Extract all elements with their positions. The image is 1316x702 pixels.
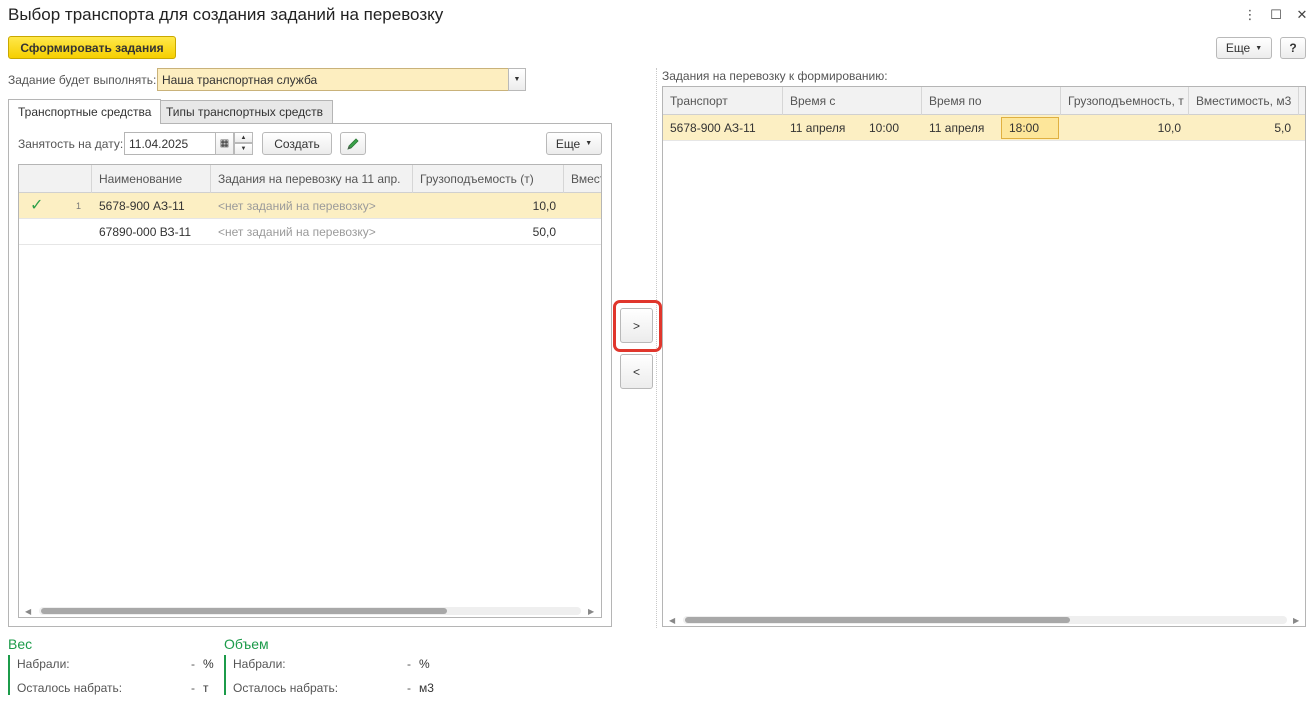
scroll-right-icon[interactable]: ▶ <box>1293 616 1299 625</box>
header-capacity[interactable]: Грузоподъемость (т) <box>413 165 564 193</box>
horizontal-scrollbar[interactable] <box>683 616 1287 624</box>
row-tasks: <нет заданий на перевозку> <box>218 225 376 239</box>
pencil-icon <box>347 137 359 150</box>
header-name[interactable]: Наименование <box>92 165 211 193</box>
edit-button[interactable] <box>340 132 366 155</box>
header-time-to[interactable]: Время по <box>922 87 1061 115</box>
table-header: Наименование Задания на перевозку на 11 … <box>19 165 601 193</box>
chevron-down-icon: ▼ <box>240 146 247 152</box>
row-capacity: 50,0 <box>532 225 556 239</box>
header-volume[interactable]: Вмест <box>564 165 601 193</box>
chevron-down-icon: ▼ <box>585 140 593 147</box>
weight-bar <box>8 655 10 695</box>
volume-bar <box>224 655 226 695</box>
volume-taken-label: Набрали: <box>233 657 286 671</box>
more-button-left[interactable]: Еще ▼ <box>546 132 602 155</box>
row-number <box>69 219 89 245</box>
executor-label: Задание будет выполнять: <box>8 73 157 87</box>
tab-vehicles[interactable]: Транспортные средства <box>8 99 162 124</box>
calendar-button[interactable]: ▦ <box>215 132 234 155</box>
maximize-icon[interactable]: ☐ <box>1268 7 1284 23</box>
window-controls: ⋮ ☐ ✕ <box>1242 7 1310 23</box>
table-row[interactable]: 67890-000 ВЗ-11 <нет заданий на перевозк… <box>19 219 601 245</box>
help-button[interactable]: ? <box>1280 37 1306 59</box>
row-volume: 5,0 <box>1274 121 1291 135</box>
scroll-left-icon[interactable]: ◀ <box>669 616 675 625</box>
vehicles-table[interactable]: Наименование Задания на перевозку на 11 … <box>18 164 602 618</box>
executor-field[interactable]: Наша транспортная служба <box>157 68 510 91</box>
move-left-button[interactable]: < <box>620 354 653 389</box>
move-right-button[interactable]: > <box>620 308 653 343</box>
date-up-button[interactable]: ▲ <box>234 132 253 143</box>
table-row[interactable]: 5678-900 АЗ-11 11 апреля 10:00 11 апреля… <box>663 115 1305 141</box>
row-from-date: 11 апреля <box>790 121 846 135</box>
create-button[interactable]: Создать <box>262 132 332 155</box>
volume-title: Объем <box>224 636 269 652</box>
executor-dropdown-button[interactable]: ▼ <box>508 68 526 91</box>
check-icon <box>23 219 43 245</box>
right-caption: Задания на перевозку к формированию: <box>662 69 888 83</box>
more-menu-icon[interactable]: ⋮ <box>1242 7 1258 23</box>
row-name: 67890-000 ВЗ-11 <box>99 225 192 239</box>
weight-left-unit: т <box>203 681 209 695</box>
form-tasks-button[interactable]: Сформировать задания <box>8 36 176 59</box>
volume-left-value: - <box>407 681 411 695</box>
table-header: Транспорт Время с Время по Грузоподъемно… <box>663 87 1305 115</box>
row-from-time: 10:00 <box>869 121 900 135</box>
row-name: 5678-900 АЗ-11 <box>99 199 185 213</box>
header-more <box>1299 87 1305 115</box>
more-label: Еще <box>555 136 581 151</box>
header-time-from[interactable]: Время с <box>783 87 922 115</box>
horizontal-scrollbar[interactable] <box>39 607 581 615</box>
weight-left-value: - <box>191 681 195 695</box>
scrollbar-thumb[interactable] <box>685 617 1070 623</box>
header-transport[interactable]: Транспорт <box>663 87 783 115</box>
volume-taken-unit: % <box>419 657 430 671</box>
more-button-top[interactable]: Еще ▼ <box>1216 37 1272 59</box>
scroll-right-icon[interactable]: ▶ <box>588 607 594 616</box>
chevron-down-icon: ▼ <box>1255 44 1263 52</box>
tasks-table[interactable]: Транспорт Время с Время по Грузоподъемно… <box>662 86 1306 627</box>
weight-taken-value: - <box>191 657 195 671</box>
scroll-left-icon[interactable]: ◀ <box>25 607 31 616</box>
table-row[interactable]: ✓ 1 5678-900 АЗ-11 <нет заданий на перев… <box>19 193 601 219</box>
header-marker <box>19 165 92 193</box>
header-tasks[interactable]: Задания на перевозку на 11 апр. <box>211 165 413 193</box>
row-transport: 5678-900 АЗ-11 <box>670 121 756 135</box>
volume-left-label: Осталось набрать: <box>233 681 339 695</box>
weight-taken-label: Набрали: <box>17 657 70 671</box>
header-volume[interactable]: Вместимость, м3 <box>1189 87 1299 115</box>
row-capacity: 10,0 <box>1157 121 1181 135</box>
volume-taken-value: - <box>407 657 411 671</box>
weight-left-label: Осталось набрать: <box>17 681 123 695</box>
row-capacity: 10,0 <box>532 199 556 213</box>
weight-taken-unit: % <box>203 657 214 671</box>
check-icon: ✓ <box>30 197 43 214</box>
volume-left-unit: м3 <box>419 681 434 695</box>
chevron-down-icon: ▼ <box>513 76 521 83</box>
date-label: Занятость на дату: <box>18 137 124 151</box>
tab-vehicle-types[interactable]: Типы транспортных средств <box>156 100 334 123</box>
weight-title: Вес <box>8 636 33 652</box>
row-to-date: 11 апреля <box>929 121 985 135</box>
scrollbar-thumb[interactable] <box>41 608 447 614</box>
calendar-icon: ▦ <box>219 138 230 149</box>
window-title: Выбор транспорта для создания заданий на… <box>8 5 444 24</box>
date-input[interactable]: 11.04.2025 <box>124 132 216 155</box>
date-down-button[interactable]: ▼ <box>234 143 253 155</box>
close-icon[interactable]: ✕ <box>1294 7 1310 23</box>
row-to-time-input[interactable]: 18:00 <box>1001 117 1059 139</box>
row-tasks: <нет заданий на перевозку> <box>218 199 376 213</box>
row-number: 1 <box>76 201 82 211</box>
more-label: Еще <box>1225 41 1251 55</box>
chevron-up-icon: ▲ <box>240 134 247 141</box>
header-capacity[interactable]: Грузоподъемность, т <box>1061 87 1189 115</box>
